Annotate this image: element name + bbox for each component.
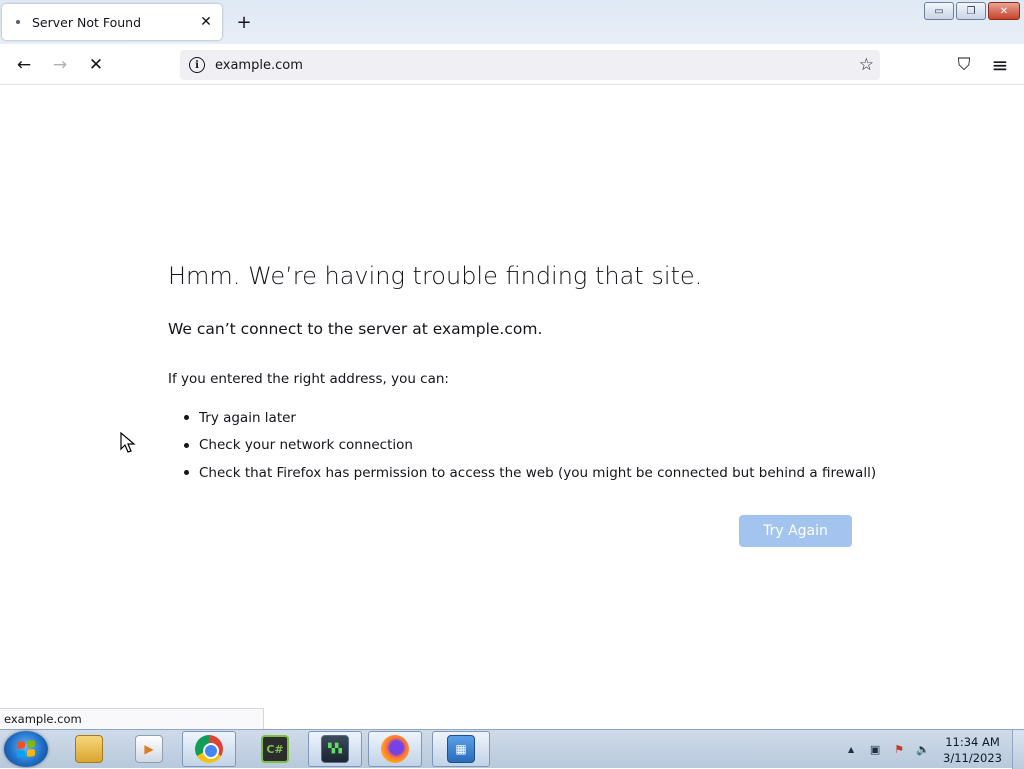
tab-title: Server Not Found (32, 14, 142, 30)
window-controls: ▭ ❐ ✕ (924, 2, 1020, 20)
forward-button[interactable]: → (47, 52, 73, 78)
tab-server-not-found[interactable]: Server Not Found ✕ (2, 4, 222, 40)
url-input[interactable]: example.com (215, 58, 859, 73)
taskbar-remote-desktop[interactable]: ▦ (432, 731, 490, 767)
suggestion-item: Try again later (184, 404, 876, 432)
restore-button[interactable]: ❐ (956, 2, 986, 20)
error-short-description: We can’t connect to the server at exampl… (168, 320, 543, 338)
suggestion-list: Try again later Check your network conne… (184, 404, 876, 487)
taskbar-firefox[interactable] (368, 731, 422, 767)
suggestion-item: Check your network connection (184, 432, 876, 460)
clock[interactable]: 11:34 AM 3/11/2023 (943, 734, 1002, 766)
chrome-icon (195, 735, 223, 763)
action-center-flag-icon[interactable]: ⚑ (890, 741, 908, 759)
stop-button[interactable]: ✕ (83, 52, 109, 78)
volume-icon[interactable]: 🔈 (914, 741, 932, 759)
close-window-button[interactable]: ✕ (988, 2, 1020, 20)
address-bar[interactable]: i example.com ☆ (180, 50, 880, 80)
taskbar: ▶ C# ▚▚ ▦ ▲ ▣ ⚑ 🔈 11:34 AM 3/11/2023 (0, 729, 1024, 769)
bookmark-star-icon[interactable]: ☆ (859, 55, 874, 75)
navigation-toolbar: ← → ✕ i example.com ☆ ⛉ ≡ (0, 44, 1024, 85)
tab-favicon-icon (16, 20, 20, 24)
suggestion-item: Check that Firefox has permission to acc… (184, 459, 876, 487)
windows-logo-icon (17, 740, 35, 758)
back-button[interactable]: ← (11, 52, 37, 78)
tab-strip: Server Not Found ✕ + ▭ ❐ ✕ (0, 0, 1024, 44)
status-panel: example.com (0, 708, 264, 729)
try-again-button[interactable]: Try Again (739, 515, 852, 547)
taskbar-windows-explorer[interactable] (62, 731, 116, 767)
remote-desktop-icon: ▦ (447, 735, 475, 763)
monitor-icon: ▚▚ (321, 735, 349, 763)
tab-close-icon[interactable]: ✕ (196, 12, 216, 32)
clock-date: 3/11/2023 (943, 750, 1002, 765)
clock-time: 11:34 AM (945, 734, 1000, 749)
media-player-icon: ▶ (135, 735, 163, 763)
app-menu-icon[interactable]: ≡ (987, 52, 1013, 78)
mouse-cursor-icon (120, 432, 136, 453)
start-button[interactable] (4, 731, 48, 767)
csharp-icon: C# (261, 735, 289, 763)
taskbar-csharp-app[interactable]: C# (248, 731, 302, 767)
show-hidden-icons-icon[interactable]: ▲ (842, 741, 860, 759)
taskbar-google-chrome[interactable] (182, 731, 236, 767)
taskbar-system-monitor[interactable]: ▚▚ (308, 731, 362, 767)
firefox-icon (381, 735, 409, 763)
pocket-icon[interactable]: ⛉ (951, 52, 977, 78)
taskbar-media-player[interactable]: ▶ (122, 731, 176, 767)
show-desktop-button[interactable] (1012, 730, 1024, 769)
system-tray: ▲ ▣ ⚑ 🔈 11:34 AM 3/11/2023 (839, 730, 1024, 769)
network-icon[interactable]: ▣ (866, 741, 884, 759)
error-title: Hmm. We’re having trouble finding that s… (168, 262, 703, 290)
folder-icon (75, 735, 103, 763)
minimize-button[interactable]: ▭ (924, 2, 954, 20)
error-subheading: If you entered the right address, you ca… (168, 371, 449, 387)
site-info-icon[interactable]: i (189, 57, 205, 73)
new-tab-button[interactable]: + (234, 12, 254, 33)
